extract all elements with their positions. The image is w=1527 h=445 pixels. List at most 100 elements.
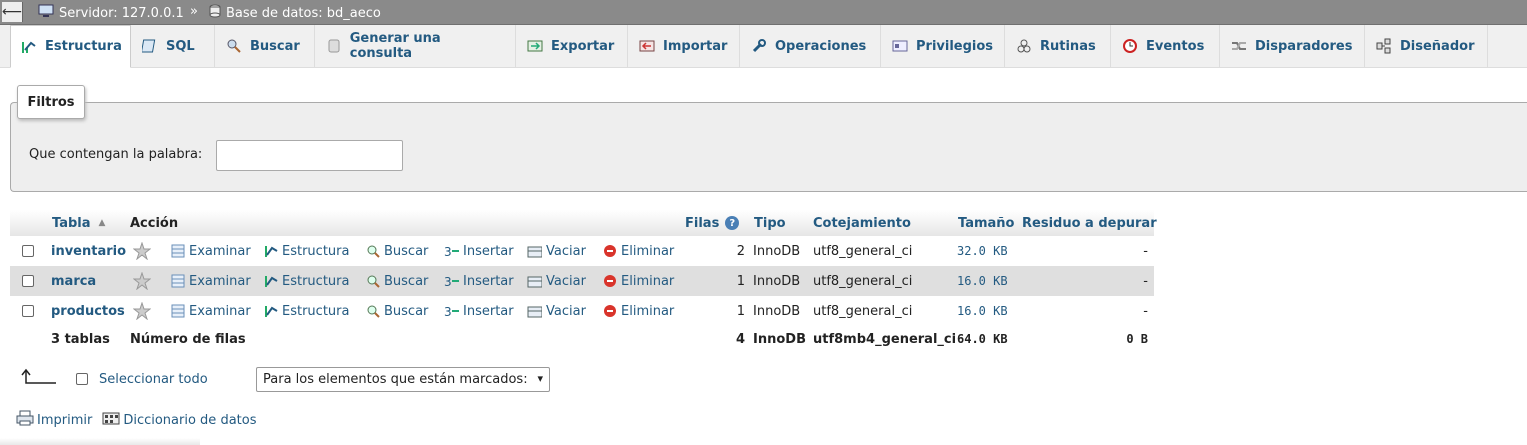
tab-generar-consulta[interactable]: Generar una consulta — [316, 25, 516, 67]
browse-icon — [170, 304, 185, 319]
tab-eventos[interactable]: Eventos — [1112, 25, 1220, 67]
tab-disparadores[interactable]: Disparadores — [1221, 25, 1365, 67]
action-label: Eliminar — [621, 303, 675, 319]
header-tabla[interactable]: Tabla ▲ — [52, 210, 105, 236]
data-dictionary-link[interactable]: Diccionario de datos — [102, 410, 256, 430]
header-residuo[interactable]: Residuo a depurar — [1022, 210, 1157, 236]
action-buscar[interactable]: Buscar — [365, 266, 428, 296]
tab-label: Exportar — [551, 38, 615, 54]
tab-exportar[interactable]: Exportar — [517, 25, 628, 67]
action-estructura[interactable]: Estructura — [263, 266, 349, 296]
row-checkbox[interactable] — [22, 296, 34, 326]
header-filas[interactable]: Filas ? — [685, 210, 740, 236]
tab-operaciones[interactable]: Operaciones — [741, 25, 881, 67]
tab-estructura[interactable]: Estructura — [10, 25, 131, 68]
tab-privilegios[interactable]: Privilegios — [882, 25, 1005, 67]
routines-icon — [1016, 38, 1032, 54]
action-label: Examinar — [189, 273, 251, 289]
row-size[interactable]: 16.0 KB — [957, 296, 1008, 326]
browse-icon — [170, 244, 185, 259]
action-vaciar[interactable]: Vaciar — [527, 236, 586, 266]
row-size[interactable]: 16.0 KB — [957, 266, 1008, 296]
action-insertar[interactable]: 3 Insertar — [444, 296, 514, 326]
insert-icon: 3 — [444, 244, 459, 259]
action-buscar[interactable]: Buscar — [365, 296, 428, 326]
action-label: Examinar — [189, 243, 251, 259]
tab-label: Operaciones — [775, 38, 867, 54]
tab-rutinas[interactable]: Rutinas — [1006, 25, 1111, 67]
chevron-down-icon: ▾ — [537, 372, 543, 385]
row-collation: utf8_general_ci — [813, 303, 913, 319]
totals-tables: 3 tablas — [51, 331, 110, 347]
action-label: Insertar — [463, 303, 514, 319]
table-name-link[interactable]: productos — [51, 296, 125, 326]
breadcrumb-database[interactable]: Base de datos: bd_aeco — [209, 4, 381, 22]
action-label: Eliminar — [621, 243, 675, 259]
tab-sql[interactable]: SQL — [132, 25, 215, 67]
row-checkbox[interactable] — [22, 266, 34, 296]
action-eliminar[interactable]: Eliminar — [602, 236, 674, 266]
row-count: 2 — [736, 243, 745, 259]
empty-table-icon — [527, 304, 542, 319]
breadcrumb-database-label: Base de datos: bd_aeco — [226, 5, 381, 21]
help-icon[interactable]: ? — [725, 216, 740, 230]
action-label: Eliminar — [621, 273, 675, 289]
select-all-checkbox[interactable] — [76, 373, 88, 385]
row-checkbox[interactable] — [22, 236, 34, 266]
filters-legend: Filtros — [17, 85, 85, 119]
action-estructura[interactable]: Estructura — [263, 296, 349, 326]
table-row: marca Examinar Estructura Buscar 3 Insert… — [10, 266, 1154, 296]
filter-input[interactable] — [216, 140, 403, 171]
select-all-label[interactable]: Seleccionar todo — [99, 372, 208, 387]
breadcrumb-server-label: Servidor: 127.0.0.1 — [59, 5, 184, 21]
top-breadcrumb-bar: ⟵ Servidor: 127.0.0.1 » Base de datos: b… — [0, 0, 1527, 25]
clock-icon — [1122, 38, 1138, 54]
structure-icon — [21, 39, 37, 55]
tab-importar[interactable]: Importar — [629, 25, 740, 67]
totals-label: Número de filas — [130, 331, 246, 347]
action-insertar[interactable]: 3 Insertar — [444, 236, 514, 266]
favorite-star-icon[interactable] — [133, 236, 151, 266]
action-label: Vaciar — [546, 273, 586, 289]
row-type: InnoDB — [753, 303, 801, 319]
action-estructura[interactable]: Estructura — [263, 236, 349, 266]
action-examinar[interactable]: Examinar — [170, 296, 251, 326]
action-label: Estructura — [282, 303, 350, 319]
action-vaciar[interactable]: Vaciar — [527, 296, 586, 326]
action-vaciar[interactable]: Vaciar — [527, 266, 586, 296]
header-tipo[interactable]: Tipo — [754, 210, 786, 236]
totals-size: 64.0 KB — [957, 332, 1008, 346]
tab-buscar[interactable]: Buscar — [216, 25, 315, 67]
action-examinar[interactable]: Examinar — [170, 236, 251, 266]
breadcrumb-server[interactable]: Servidor: 127.0.0.1 — [38, 4, 184, 22]
query-icon — [326, 38, 342, 54]
favorite-star-icon[interactable] — [133, 296, 151, 326]
header-cotejamiento[interactable]: Cotejamiento — [813, 210, 911, 236]
breadcrumb-separator: » — [190, 4, 198, 19]
with-selected-dropdown[interactable]: Para los elementos que están marcados: ▾ — [256, 367, 550, 392]
header-accion: Acción — [130, 215, 179, 231]
export-icon — [527, 38, 543, 54]
empty-table-icon — [527, 244, 542, 259]
main-tabs: Estructura SQL Buscar Generar una consul… — [0, 25, 1527, 68]
tab-disenador[interactable]: Diseñador — [1366, 25, 1488, 67]
action-buscar[interactable]: Buscar — [365, 236, 428, 266]
action-label: Vaciar — [546, 243, 586, 259]
table-name-link[interactable]: marca — [51, 266, 96, 296]
row-size[interactable]: 32.0 KB — [957, 236, 1008, 266]
action-insertar[interactable]: 3 Insertar — [444, 266, 514, 296]
bulk-actions: Seleccionar todo — [20, 366, 208, 392]
action-examinar[interactable]: Examinar — [170, 266, 251, 296]
print-link[interactable]: Imprimir — [16, 410, 92, 430]
favorite-star-icon[interactable] — [133, 266, 151, 296]
action-eliminar[interactable]: Eliminar — [602, 266, 674, 296]
dictionary-label: Diccionario de datos — [123, 412, 257, 428]
collapse-arrow-icon[interactable]: ⟵ — [2, 2, 23, 22]
table-name-link[interactable]: inventario — [51, 236, 126, 266]
header-tamano[interactable]: Tamaño — [958, 210, 1014, 236]
totals-overhead: 0 B — [1126, 332, 1148, 346]
row-type: InnoDB — [753, 243, 801, 259]
sort-asc-icon: ▲ — [98, 218, 106, 228]
action-eliminar[interactable]: Eliminar — [602, 296, 674, 326]
action-label: Vaciar — [546, 303, 586, 319]
